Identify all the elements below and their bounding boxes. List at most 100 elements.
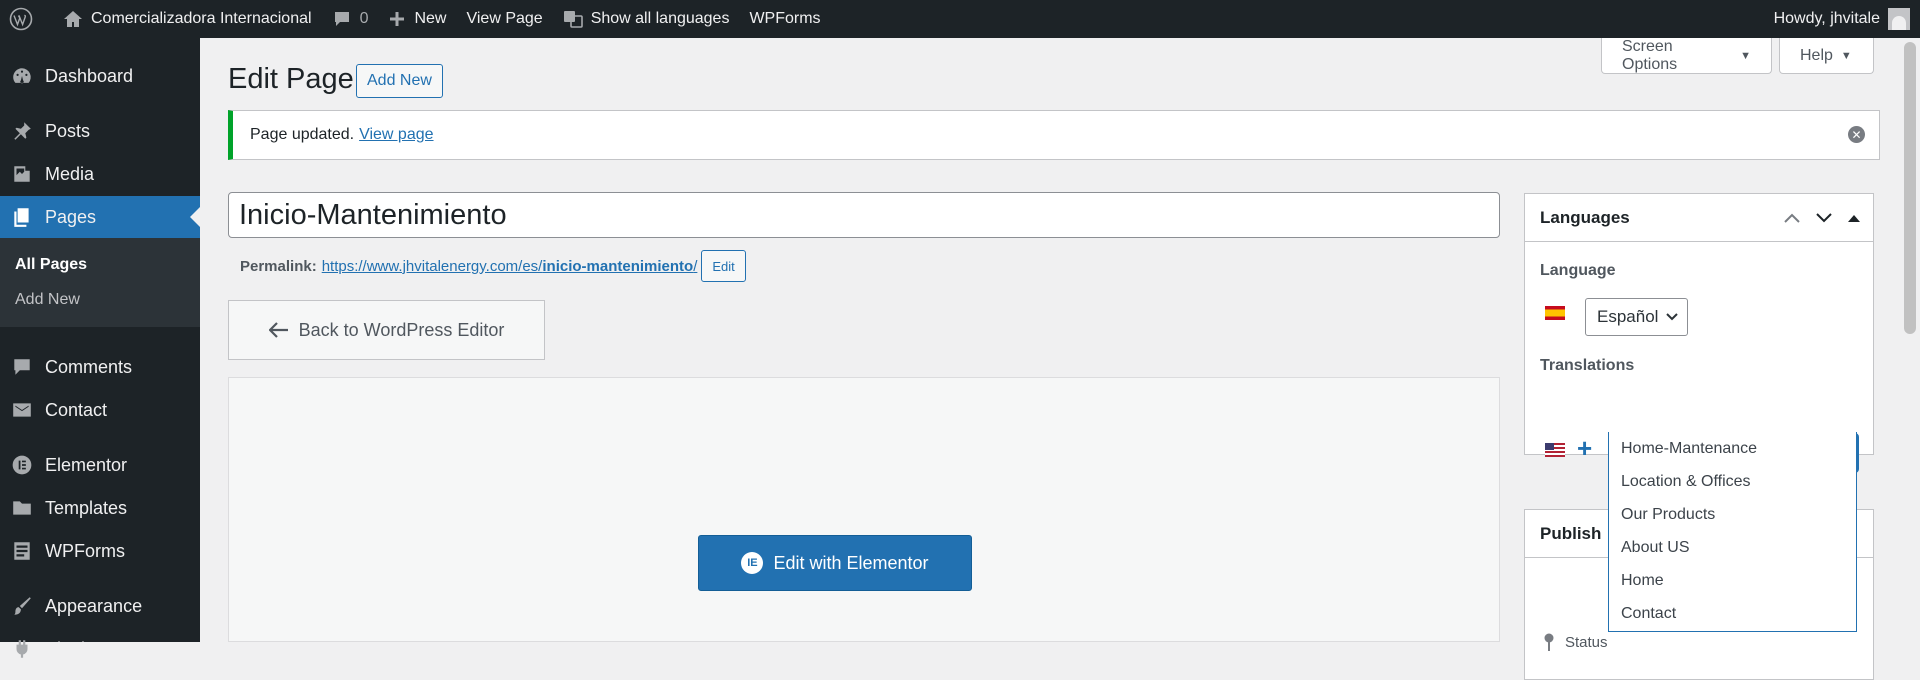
elementor-icon: IE — [741, 552, 764, 574]
permalink-edit-button[interactable]: Edit — [701, 250, 746, 282]
avatar — [1888, 8, 1910, 30]
screen-options-label: Screen Options — [1622, 37, 1678, 73]
language-select-value: Español — [1597, 307, 1659, 326]
chevron-down-icon[interactable] — [1815, 212, 1833, 224]
sidebar-item-dashboard[interactable]: Dashboard — [0, 55, 200, 97]
box-controls — [1783, 212, 1873, 224]
sidebar-item-wpforms[interactable]: WPForms — [0, 530, 200, 572]
sidebar-label-dashboard: Dashboard — [45, 65, 134, 86]
edit-with-elementor-button[interactable]: IE Edit with Elementor — [698, 535, 972, 591]
plus-icon — [390, 12, 405, 26]
view-page-link[interactable]: View page — [359, 126, 433, 144]
comment-bubble-icon — [334, 12, 349, 26]
admin-sidebar: Dashboard Posts Media Pages All Pages Ad… — [0, 38, 200, 659]
view-page-link[interactable]: View Page — [456, 0, 552, 38]
submenu-add-new[interactable]: Add New — [15, 291, 80, 309]
sidebar-label-comments: Comments — [45, 356, 133, 377]
plugin-icon — [16, 640, 28, 658]
sidebar-label-templates: Templates — [45, 497, 128, 518]
brush-icon — [14, 597, 31, 615]
permalink-base: https://www.jhvitalenergy.com/es/ — [321, 257, 543, 275]
show-languages-label: Show all languages — [590, 10, 730, 27]
dropdown-option[interactable]: Home-Mantenance — [1609, 432, 1856, 465]
page-title: Edit Page — [228, 63, 354, 95]
dropdown-option[interactable]: Contact — [1609, 597, 1856, 630]
dropdown-option[interactable]: Our Products — [1609, 498, 1856, 531]
sidebar-item-elementor[interactable]: Elementor — [0, 444, 200, 486]
chevron-up-icon[interactable] — [1783, 212, 1801, 224]
dropdown-option[interactable]: About US — [1609, 531, 1856, 564]
site-name-link[interactable]: Comercializadora Internacional — [53, 0, 322, 38]
us-flag-icon — [1545, 443, 1565, 457]
help-button[interactable]: Help ▼ — [1779, 38, 1874, 74]
publish-box-title: Publish — [1540, 523, 1602, 543]
add-translation-icon[interactable]: + — [1577, 435, 1592, 461]
sidebar-label-posts: Posts — [45, 120, 91, 141]
dismiss-icon[interactable]: ✕ — [1848, 126, 1865, 143]
admin-bar: Comercializadora Internacional 0 New Vie… — [0, 0, 1920, 38]
pin-icon — [14, 122, 31, 140]
sidebar-item-templates[interactable]: Templates — [0, 487, 200, 529]
new-label: New — [414, 10, 447, 27]
view-page-label: View Page — [466, 10, 543, 27]
comments-link[interactable]: 0 — [322, 0, 379, 38]
screen-options-button[interactable]: Screen Options ▼ — [1601, 38, 1772, 74]
new-content-link[interactable]: New — [378, 0, 456, 38]
translations-label: Translations — [1540, 357, 1635, 374]
mail-icon — [13, 403, 31, 417]
update-notice: Page updated. View page ✕ — [228, 110, 1880, 160]
sidebar-item-comments[interactable]: Comments — [0, 346, 200, 388]
comments-count: 0 — [359, 10, 369, 27]
languages-box-title: Languages — [1540, 207, 1630, 227]
dropdown-option[interactable]: Home — [1609, 564, 1856, 597]
permalink-row: Permalink: https://www.jhvitalenergy.com… — [240, 250, 746, 282]
sidebar-item-media[interactable]: Media — [0, 153, 200, 195]
permalink-link[interactable]: https://www.jhvitalenergy.com/es/inicio-… — [322, 258, 698, 275]
site-name: Comercializadora Internacional — [91, 10, 312, 27]
sidebar-item-contact[interactable]: Contact — [0, 389, 200, 431]
language-select[interactable]: Español — [1585, 298, 1688, 336]
page-scrollbar[interactable] — [1900, 38, 1920, 642]
dashboard-icon — [13, 68, 31, 84]
howdy-text: Howdy, jhvitale — [1773, 10, 1880, 27]
status-label: Status — [1565, 633, 1608, 651]
sidebar-label-pages: Pages — [45, 206, 97, 227]
wpforms-link[interactable]: WPForms — [739, 0, 830, 38]
show-languages-link[interactable]: Show all languages — [553, 0, 740, 38]
chevron-down-icon — [1666, 313, 1679, 321]
dropdown-option[interactable]: Location & Offices — [1609, 465, 1856, 498]
sidebar-label-elementor: Elementor — [45, 454, 128, 475]
pin-icon — [1544, 633, 1554, 651]
media-icon — [14, 166, 30, 182]
back-to-wordpress-editor-button[interactable]: Back to WordPress Editor — [228, 300, 545, 360]
submenu-all-pages[interactable]: All Pages — [15, 256, 87, 274]
elementor-button-label: Edit with Elementor — [773, 552, 929, 573]
language-label: Language — [1540, 262, 1616, 279]
pages-icon — [14, 208, 29, 227]
scrollbar-thumb[interactable] — [1904, 42, 1916, 334]
notice-text: Page updated. — [250, 126, 355, 143]
sidebar-label-wpforms: WPForms — [45, 540, 125, 561]
folder-icon — [13, 501, 31, 515]
wpforms-label: WPForms — [749, 10, 821, 27]
elementor-editor-area — [228, 377, 1500, 642]
caret-down-icon: ▼ — [1740, 49, 1751, 62]
post-title-input[interactable]: Inicio-Mantenimiento — [228, 192, 1500, 238]
status-row: Status — [1543, 632, 1608, 652]
sidebar-item-posts[interactable]: Posts — [0, 110, 200, 152]
sidebar-item-appearance[interactable]: Appearance — [0, 585, 200, 627]
permalink-label: Permalink: — [240, 257, 317, 275]
sidebar-item-plugins[interactable]: Plugins — [0, 628, 200, 670]
languages-box-header: Languages — [1525, 194, 1873, 242]
toggle-triangle-icon[interactable] — [1847, 213, 1861, 223]
caret-down-icon: ▼ — [1840, 49, 1852, 62]
comment-icon — [14, 359, 30, 375]
add-new-button[interactable]: Add New — [356, 64, 443, 98]
spain-flag-icon — [1545, 306, 1565, 320]
wordpress-logo-icon[interactable] — [0, 0, 53, 38]
sidebar-item-pages[interactable]: Pages — [0, 196, 200, 238]
languages-box: Languages Language Español Translations … — [1524, 193, 1874, 473]
pages-submenu: All Pages Add New — [0, 238, 200, 327]
permalink-trail: / — [693, 257, 698, 275]
my-account-link[interactable]: Howdy, jhvitale — [1764, 0, 1920, 38]
